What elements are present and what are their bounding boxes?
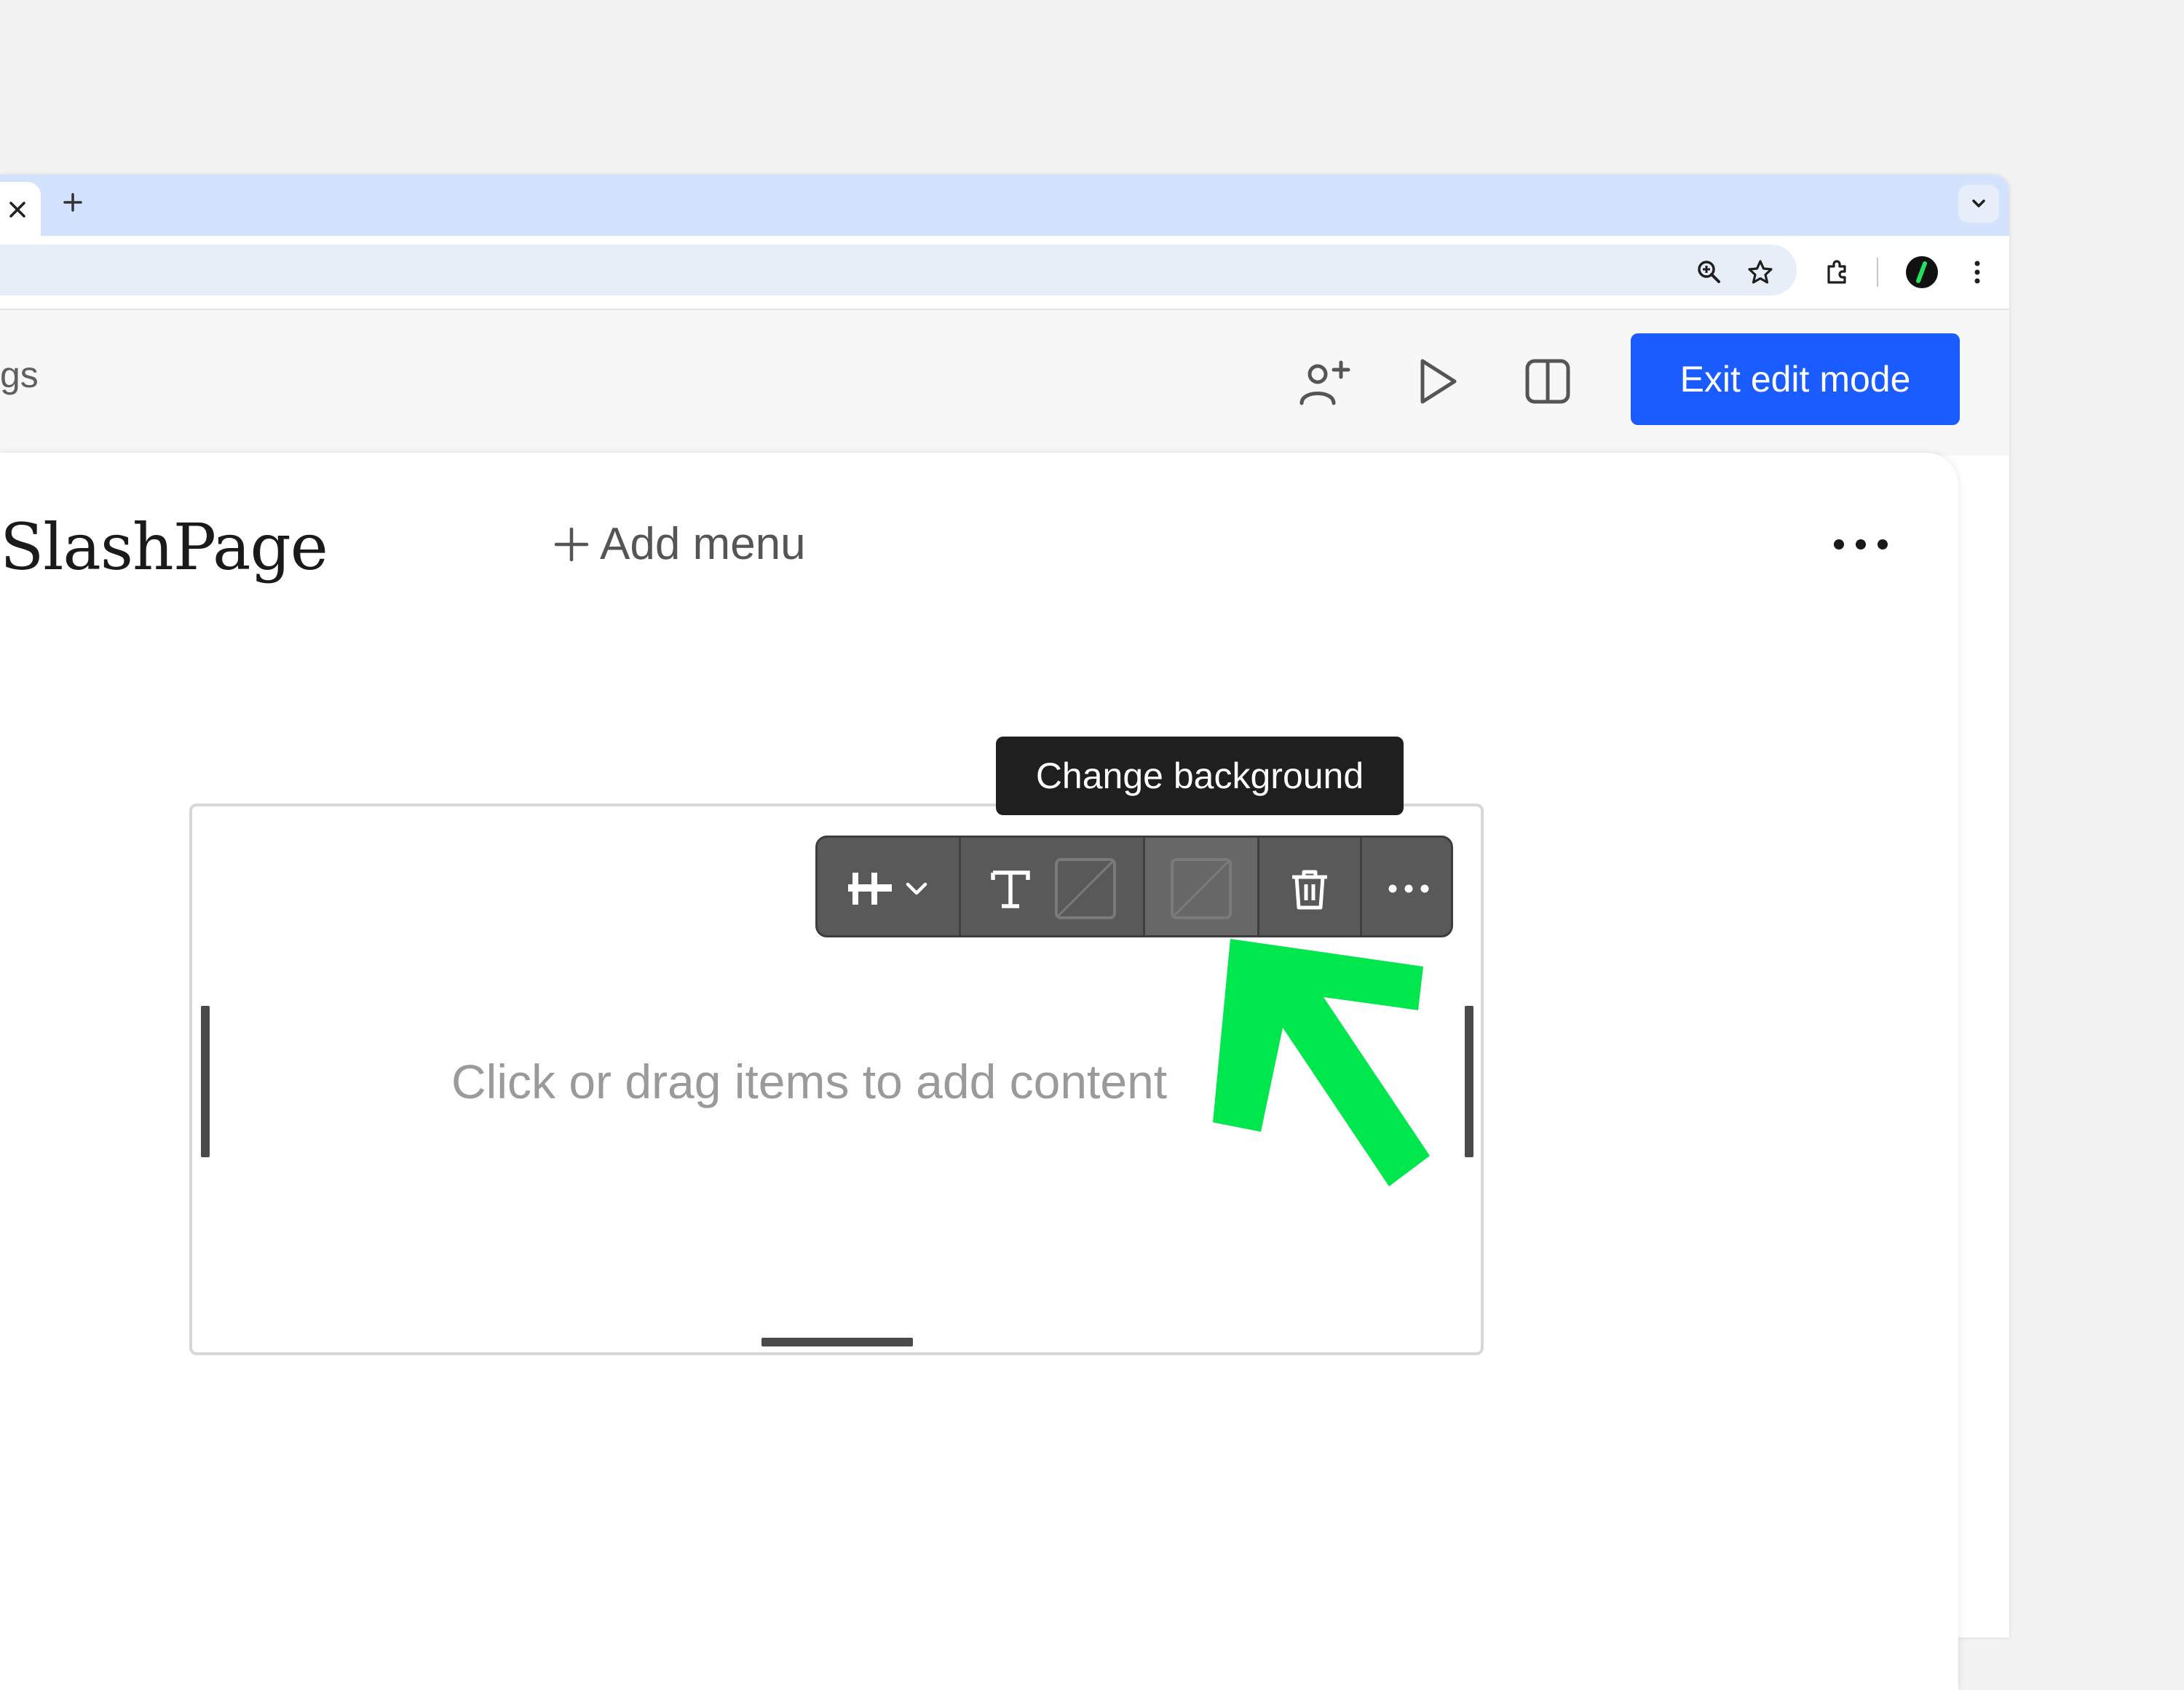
toolbar-divider (1877, 258, 1878, 287)
tab-strip (0, 175, 2009, 236)
split-view-icon[interactable] (1519, 352, 1577, 410)
more-horizontal-icon[interactable] (1832, 536, 1890, 553)
bottom-resize-handle[interactable] (761, 1338, 913, 1346)
plus-icon (554, 527, 589, 561)
change-background-button[interactable] (1145, 838, 1257, 935)
section-toolbar (815, 836, 1453, 937)
active-tab[interactable] (0, 182, 41, 236)
chevron-down-icon (906, 882, 927, 895)
add-person-icon[interactable] (1296, 355, 1354, 413)
add-menu-label: Add menu (600, 519, 806, 569)
star-icon[interactable] (1746, 258, 1775, 287)
layout-align-icon (848, 873, 892, 905)
chevron-down-icon (1972, 199, 1985, 207)
delete-section-button[interactable] (1259, 838, 1360, 935)
layout-align-button[interactable] (818, 838, 959, 935)
text-icon (991, 870, 1030, 908)
zoom-icon[interactable] (1695, 258, 1724, 287)
breadcrumb[interactable]: gs (0, 354, 39, 396)
plus-icon[interactable] (61, 191, 84, 214)
tooltip: Change background (996, 737, 1404, 815)
more-horizontal-icon (1388, 884, 1429, 893)
tab-search-button[interactable] (1958, 185, 1999, 223)
profile-slash-icon[interactable] (1904, 255, 1939, 290)
left-resize-handle[interactable] (201, 1006, 210, 1157)
extension-puzzle-icon[interactable] (1823, 258, 1852, 287)
text-style-button[interactable] (961, 838, 1143, 935)
text-color-swatch-icon (1055, 858, 1116, 919)
trash-icon (1292, 870, 1327, 910)
play-icon[interactable] (1408, 352, 1466, 410)
empty-section-placeholder[interactable]: Click or drag items to add content (451, 1054, 1167, 1109)
right-resize-handle[interactable] (1465, 1006, 1473, 1157)
section-more-button[interactable] (1362, 838, 1451, 935)
close-icon[interactable] (7, 199, 28, 220)
more-vertical-icon[interactable] (1963, 258, 1992, 287)
exit-edit-mode-button[interactable]: Exit edit mode (1631, 333, 1960, 425)
browser-toolbar (0, 236, 2009, 306)
annotation-arrow-icon (1213, 939, 1430, 1186)
address-bar[interactable] (0, 245, 1797, 295)
add-menu-button[interactable]: Add menu (553, 518, 806, 570)
background-swatch-icon (1171, 858, 1232, 919)
site-title[interactable]: SlashPage (0, 509, 328, 584)
